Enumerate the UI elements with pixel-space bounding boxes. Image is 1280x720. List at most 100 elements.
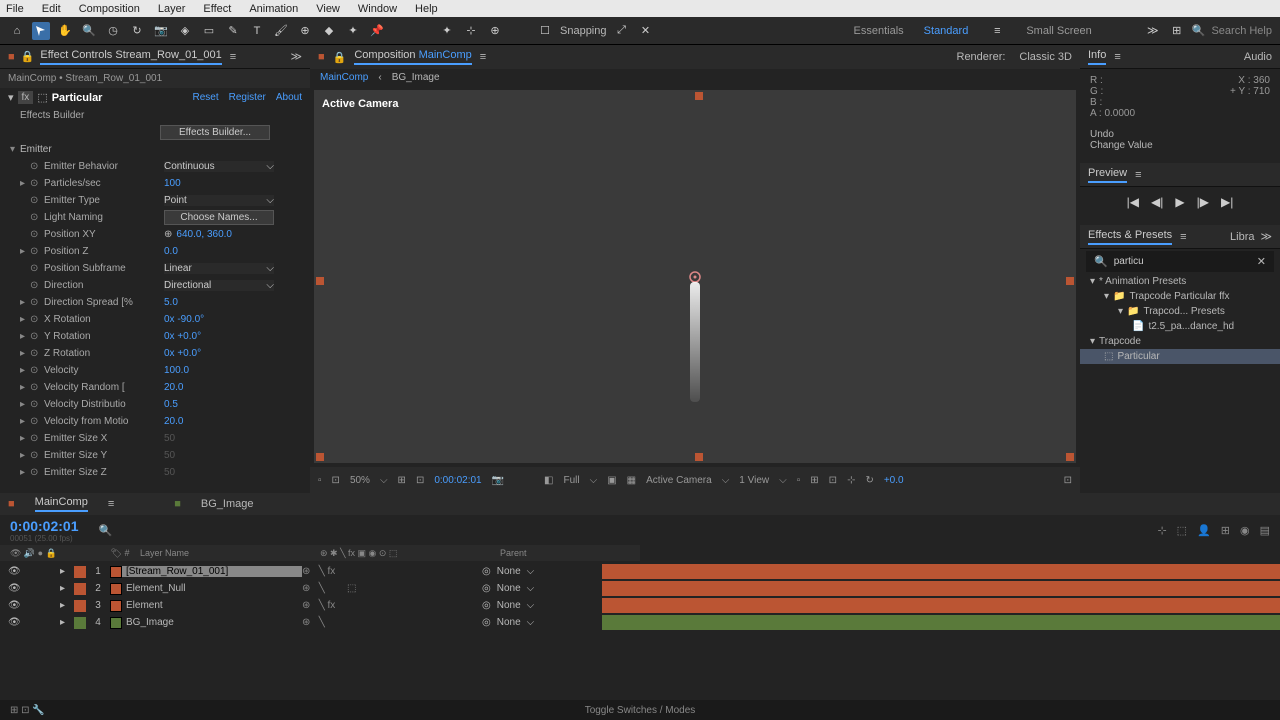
- pickwhip-icon[interactable]: ◎: [482, 566, 491, 577]
- play-icon[interactable]: ▶: [1175, 195, 1184, 209]
- chevron-right-icon[interactable]: ▸: [20, 178, 30, 189]
- tree-item[interactable]: ▾📁Trapcod... Presets: [1080, 304, 1280, 319]
- draft3d-icon[interactable]: ⬚: [1177, 524, 1187, 537]
- reset-link[interactable]: Reset: [192, 92, 218, 103]
- effects-presets-tab[interactable]: Effects & Presets: [1088, 229, 1172, 245]
- effects-search-input[interactable]: [1114, 256, 1251, 267]
- roi-icon[interactable]: ▣: [607, 475, 616, 486]
- layer-switches[interactable]: ⊛ ╲ fx: [302, 600, 482, 611]
- chevron-down-icon[interactable]: ▾: [10, 144, 20, 155]
- chevron-right-icon[interactable]: ▸: [20, 399, 30, 410]
- stopwatch-icon[interactable]: ⊙: [30, 297, 44, 308]
- clear-search-icon[interactable]: ✕: [1257, 255, 1266, 268]
- orbit-tool-icon[interactable]: ◷: [104, 22, 122, 40]
- timeline-icon[interactable]: ⊡: [829, 475, 837, 486]
- prop-value[interactable]: 20.0: [164, 416, 183, 427]
- stopwatch-icon[interactable]: ⊙: [30, 450, 44, 461]
- screen-icon[interactable]: ⊡: [332, 475, 340, 486]
- layer-name[interactable]: Element: [122, 600, 302, 611]
- flowchart-icon[interactable]: ⊹: [847, 475, 855, 486]
- chevron-right-icon[interactable]: ▸: [60, 583, 74, 594]
- exposure-value[interactable]: +0.0: [884, 475, 904, 486]
- layer-row[interactable]: 👁 ▸ 2 Element_Null ⊛ ╲ ⬚ ◎None⌵: [0, 580, 1280, 597]
- chevron-right-icon[interactable]: ▸: [20, 416, 30, 427]
- menu-file[interactable]: File: [6, 3, 24, 15]
- chevron-right-icon[interactable]: ▸: [20, 382, 30, 393]
- effect-controls-tab[interactable]: Effect Controls Stream_Row_01_001: [40, 49, 221, 65]
- current-time[interactable]: 0:00:02:01: [10, 518, 79, 534]
- pen-tool-icon[interactable]: ✎: [224, 22, 242, 40]
- pickwhip-icon[interactable]: ◎: [482, 583, 491, 594]
- panel-more-icon[interactable]: ≫: [290, 50, 302, 63]
- frame-blend-icon[interactable]: ⊞: [1221, 524, 1230, 537]
- ws-standard[interactable]: Standard: [924, 25, 969, 37]
- ws-essentials[interactable]: Essentials: [854, 25, 904, 37]
- chevron-right-icon[interactable]: ▸: [60, 617, 74, 628]
- pan-behind-tool-icon[interactable]: ◈: [176, 22, 194, 40]
- roto-tool-icon[interactable]: ✦: [344, 22, 362, 40]
- mag-icon[interactable]: ▫: [318, 475, 322, 486]
- transparency-icon[interactable]: ▦: [627, 475, 636, 486]
- axis-local-icon[interactable]: ✦: [438, 22, 456, 40]
- comp-mini-icon[interactable]: ⊹: [1157, 524, 1166, 537]
- chevron-right-icon[interactable]: ▸: [20, 331, 30, 342]
- resolution-dropdown[interactable]: Full: [564, 475, 580, 486]
- effect-header[interactable]: ▾ fx ⬚ Particular Reset Register About: [0, 88, 310, 107]
- guides-icon[interactable]: ⊡: [416, 475, 424, 486]
- pixel-aspect-icon[interactable]: ▫: [797, 475, 801, 486]
- axis-view-icon[interactable]: ⊕: [486, 22, 504, 40]
- refresh-icon[interactable]: ↻: [865, 475, 873, 486]
- layer-color-icon[interactable]: [74, 617, 86, 629]
- prop-select[interactable]: Linear⌵: [164, 263, 274, 274]
- stopwatch-icon[interactable]: ⊙: [30, 467, 44, 478]
- close-tl-icon[interactable]: ■: [8, 498, 15, 510]
- visibility-icon[interactable]: 👁: [8, 600, 21, 611]
- stopwatch-icon[interactable]: ⊙: [30, 348, 44, 359]
- last-frame-icon[interactable]: ▶|: [1221, 195, 1233, 209]
- tree-item[interactable]: ▾📁Trapcode Particular ffx: [1080, 289, 1280, 304]
- prop-button[interactable]: Choose Names...: [164, 210, 274, 225]
- parent-dropdown[interactable]: None: [497, 617, 521, 628]
- stopwatch-icon[interactable]: ⊙: [30, 416, 44, 427]
- tree-item[interactable]: ⬚Particular: [1080, 349, 1280, 364]
- stopwatch-icon[interactable]: ⊙: [30, 195, 44, 206]
- close-panel-icon[interactable]: ■: [8, 51, 15, 63]
- visibility-icon[interactable]: 👁: [8, 617, 21, 628]
- renderer-value[interactable]: Classic 3D: [1019, 51, 1072, 63]
- effects-builder-button[interactable]: Effects Builder...: [160, 125, 270, 140]
- motion-blur-icon[interactable]: ◉: [1240, 524, 1250, 537]
- prop-value[interactable]: 0x +0.0°: [164, 331, 201, 342]
- layer-row[interactable]: 👁 ▸ 1 [Stream_Row_01_001] ⊛ ╲ fx ◎None⌵: [0, 563, 1280, 580]
- stopwatch-icon[interactable]: ⊙: [30, 263, 44, 274]
- toggle-switches-button[interactable]: Toggle Switches / Modes: [585, 705, 696, 716]
- layer-color-icon[interactable]: [74, 600, 86, 612]
- view-dropdown[interactable]: 1 View: [739, 475, 769, 486]
- prop-select[interactable]: Directional⌵: [164, 280, 274, 291]
- text-tool-icon[interactable]: T: [248, 22, 266, 40]
- menu-effect[interactable]: Effect: [203, 3, 231, 15]
- layer-row[interactable]: 👁 ▸ 3 Element ⊛ ╲ fx ◎None⌵: [0, 597, 1280, 614]
- panel-menu-icon[interactable]: ≡: [1114, 51, 1120, 63]
- tree-item[interactable]: ▾Trapcode: [1080, 334, 1280, 349]
- layer-switches[interactable]: ⊛ ╲ ⬚: [302, 583, 482, 594]
- close-comp-icon[interactable]: ■: [318, 51, 325, 63]
- prop-value[interactable]: 100: [164, 178, 181, 189]
- library-icon[interactable]: ⊞: [1168, 22, 1186, 40]
- stopwatch-icon[interactable]: ⊙: [30, 331, 44, 342]
- visibility-icon[interactable]: 👁: [8, 583, 21, 594]
- time-display[interactable]: 0:00:02:01: [434, 475, 481, 486]
- parent-dropdown[interactable]: None: [497, 566, 521, 577]
- eraser-tool-icon[interactable]: ◆: [320, 22, 338, 40]
- brush-tool-icon[interactable]: 🖌: [272, 22, 290, 40]
- stopwatch-icon[interactable]: ⊙: [30, 246, 44, 257]
- menu-composition[interactable]: Composition: [79, 3, 140, 15]
- panel-menu-icon[interactable]: ≡: [230, 51, 236, 63]
- emitter-group[interactable]: Emitter: [20, 144, 52, 155]
- chevron-right-icon[interactable]: ▸: [20, 467, 30, 478]
- rotate-tool-icon[interactable]: ↻: [128, 22, 146, 40]
- snap-opt-icon[interactable]: ⤢: [613, 22, 631, 40]
- crosshair-icon[interactable]: ⊕: [164, 229, 172, 240]
- stopwatch-icon[interactable]: ⊙: [30, 161, 44, 172]
- prop-value[interactable]: 100.0: [164, 365, 189, 376]
- prev-frame-icon[interactable]: ◀|: [1151, 195, 1163, 209]
